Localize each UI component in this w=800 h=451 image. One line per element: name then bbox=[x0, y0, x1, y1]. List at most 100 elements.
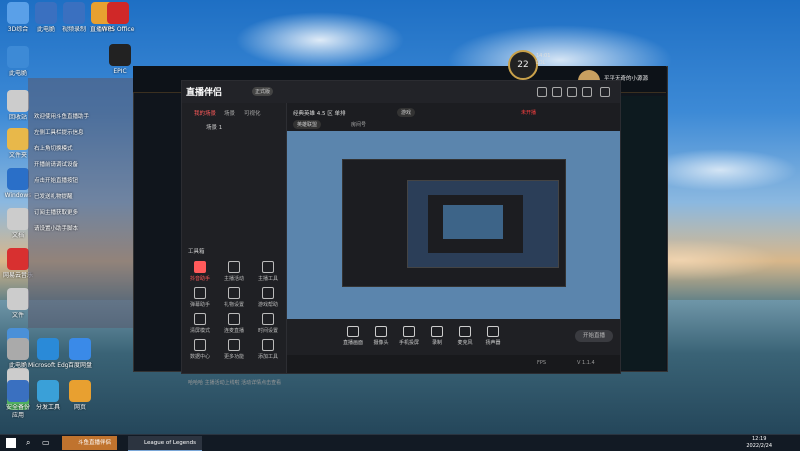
taskbar-app-streaming[interactable]: 斗鱼直播伴侣 bbox=[62, 436, 118, 450]
room-title[interactable]: 经典英雄 4.5 区 单排 bbox=[293, 109, 346, 117]
control-button[interactable]: 录制 bbox=[425, 326, 449, 346]
tool-button[interactable]: 时间设置 bbox=[254, 313, 282, 334]
tool-label: 游戏帮助 bbox=[257, 302, 278, 308]
control-icon bbox=[431, 326, 443, 337]
tool-button[interactable]: 弹幕助手 bbox=[186, 287, 214, 308]
status-bar: FPS V 1.1.4 bbox=[287, 355, 620, 373]
preview-nested-app bbox=[428, 195, 523, 253]
tool-button[interactable]: 游戏帮助 bbox=[254, 287, 282, 308]
control-button[interactable]: 摄像头 bbox=[369, 326, 393, 346]
app-icon bbox=[7, 288, 29, 310]
tool-icon bbox=[262, 287, 274, 299]
left-panel: 我的场景 场景 可视化 场景 1 工具箱 抖音助手 主播活动 主播工具弹幕助手 礼物设… bbox=[182, 103, 287, 386]
tab-scene[interactable]: 场景 bbox=[224, 109, 235, 117]
toolbox-label: 工具箱 bbox=[188, 249, 205, 255]
tool-button[interactable]: 抖音助手 bbox=[186, 261, 214, 282]
start-live-button[interactable]: 开始直播 bbox=[575, 330, 613, 342]
room-tag[interactable]: 游戏 bbox=[397, 108, 416, 117]
desktop.bottom_icons-icon-3[interactable]: 此电脆 bbox=[0, 338, 38, 369]
tool-button[interactable]: 礼物设置 bbox=[220, 287, 248, 308]
control-icon bbox=[403, 326, 415, 337]
control-label: 摄像头 bbox=[373, 340, 389, 346]
app-icon bbox=[107, 2, 129, 24]
control-button[interactable]: 扬声器 bbox=[481, 326, 505, 346]
tool-icon bbox=[194, 287, 206, 299]
mail-icon[interactable] bbox=[567, 87, 577, 97]
league-friends-panel[interactable] bbox=[620, 96, 666, 370]
tool-button[interactable]: 主播工具 bbox=[254, 261, 282, 282]
control-icon bbox=[375, 326, 387, 337]
icon-label: WPS Office bbox=[101, 26, 135, 33]
live-status: 未开播 bbox=[521, 110, 537, 116]
level-badge: 22 bbox=[508, 50, 538, 80]
desktop.top_icons-icon-3[interactable]: WPS Office bbox=[98, 2, 138, 33]
category-badge[interactable]: 英雄联盟 bbox=[293, 120, 322, 129]
settings-icon[interactable] bbox=[552, 87, 562, 97]
tool-icon bbox=[262, 313, 274, 325]
ticker-text[interactable]: 哈哈哈 主播活动上线啦 活动详情点击查看 bbox=[188, 379, 281, 386]
app-icon bbox=[7, 380, 29, 402]
control-button[interactable]: 麦克风 bbox=[453, 326, 477, 346]
control-label: 直播画面 bbox=[342, 340, 363, 346]
minimize-icon[interactable] bbox=[582, 87, 592, 97]
taskbar: ⌕ ▭ 斗鱼直播伴侣 League of Legends 12:19 2022/… bbox=[0, 434, 800, 451]
version-badge: 正式版 bbox=[252, 87, 274, 96]
taskbar-app-league[interactable]: League of Legends bbox=[128, 436, 202, 451]
tool-button[interactable]: 更多功能 bbox=[220, 339, 248, 360]
tab-my-scene[interactable]: 我的场景 bbox=[194, 109, 216, 117]
app-icon bbox=[7, 248, 29, 270]
control-button[interactable]: 直播画面 bbox=[341, 326, 365, 346]
preview-nested-window bbox=[342, 159, 566, 287]
streaming-app-window[interactable]: 直播伴侣 正式版 我的场景 场景 可视化 场景 1 工具箱 抖音助手 主播活动 主播… bbox=[181, 80, 621, 386]
scene-name[interactable]: 场景 1 bbox=[206, 123, 222, 131]
desktop.bottom_icons-icon-2[interactable]: 百度网盘 bbox=[60, 338, 100, 369]
control-label: 扬声器 bbox=[485, 340, 501, 346]
tool-label: 弹幕助手 bbox=[189, 302, 210, 308]
tool-icon bbox=[228, 261, 240, 273]
preview-nested-desktop bbox=[407, 180, 559, 268]
league-info-line2: LOL bbox=[536, 60, 546, 66]
tab-visual[interactable]: 可视化 bbox=[244, 109, 261, 117]
tool-icon bbox=[228, 287, 240, 299]
taskbar-clock[interactable]: 12:19 2022/2/24 bbox=[746, 436, 772, 449]
icon-label: 网页 bbox=[73, 404, 86, 411]
tool-label: 连麦直播 bbox=[223, 328, 244, 334]
tool-label: 数据中心 bbox=[189, 354, 210, 360]
search-icon[interactable]: ⌕ bbox=[26, 438, 30, 448]
league-info-line1: 14:01 bbox=[536, 53, 551, 59]
tool-button[interactable]: 主播活动 bbox=[220, 261, 248, 282]
tool-button[interactable]: 连麦直播 bbox=[220, 313, 248, 334]
app-icon bbox=[7, 46, 29, 68]
control-icon bbox=[347, 326, 359, 337]
status-fps: FPS bbox=[537, 360, 547, 366]
control-bar: 直播画面 摄像头 手机投屏 录制 麦克风 扬声器 开始直播 bbox=[287, 319, 620, 355]
desktop.bottom_icons-icon-5[interactable]: 网页 bbox=[60, 380, 100, 411]
close-icon[interactable] bbox=[600, 87, 610, 97]
app-icon bbox=[37, 380, 59, 402]
task-view-icon[interactable]: ▭ bbox=[42, 438, 50, 448]
tool-label: 添加工具 bbox=[257, 354, 278, 360]
icon-label: 此电脆 bbox=[8, 70, 27, 77]
tool-label: 更多功能 bbox=[223, 354, 244, 360]
user-icon[interactable] bbox=[537, 87, 547, 97]
app-icon bbox=[109, 44, 131, 66]
windows-start-icon[interactable] bbox=[6, 438, 16, 448]
app-icon bbox=[37, 338, 59, 360]
icon-label: 百度网盘 bbox=[67, 362, 92, 369]
tool-label: 礼物设置 bbox=[223, 302, 244, 308]
app-titlebar: 直播伴侣 正式版 bbox=[182, 81, 620, 103]
desktop.icons-icon-1[interactable]: 此电脆 bbox=[0, 46, 38, 77]
tool-icon bbox=[262, 339, 274, 351]
tool-button[interactable]: 添加工具 bbox=[254, 339, 282, 360]
control-label: 手机投屏 bbox=[398, 340, 419, 346]
tool-label: 主播工具 bbox=[257, 276, 278, 282]
room-info-bar: 经典英雄 4.5 区 单排 游戏 英雄联盟 房间号 未开播 bbox=[287, 103, 620, 131]
app-icon bbox=[7, 208, 29, 230]
app-icon bbox=[69, 380, 91, 402]
control-button[interactable]: 手机投屏 bbox=[397, 326, 421, 346]
tool-button[interactable]: 数据中心 bbox=[186, 339, 214, 360]
tool-button[interactable]: 清屏模式 bbox=[186, 313, 214, 334]
preview-canvas[interactable] bbox=[287, 131, 620, 319]
control-icon bbox=[487, 326, 499, 337]
league-info: 14:01 LOL bbox=[536, 53, 550, 67]
